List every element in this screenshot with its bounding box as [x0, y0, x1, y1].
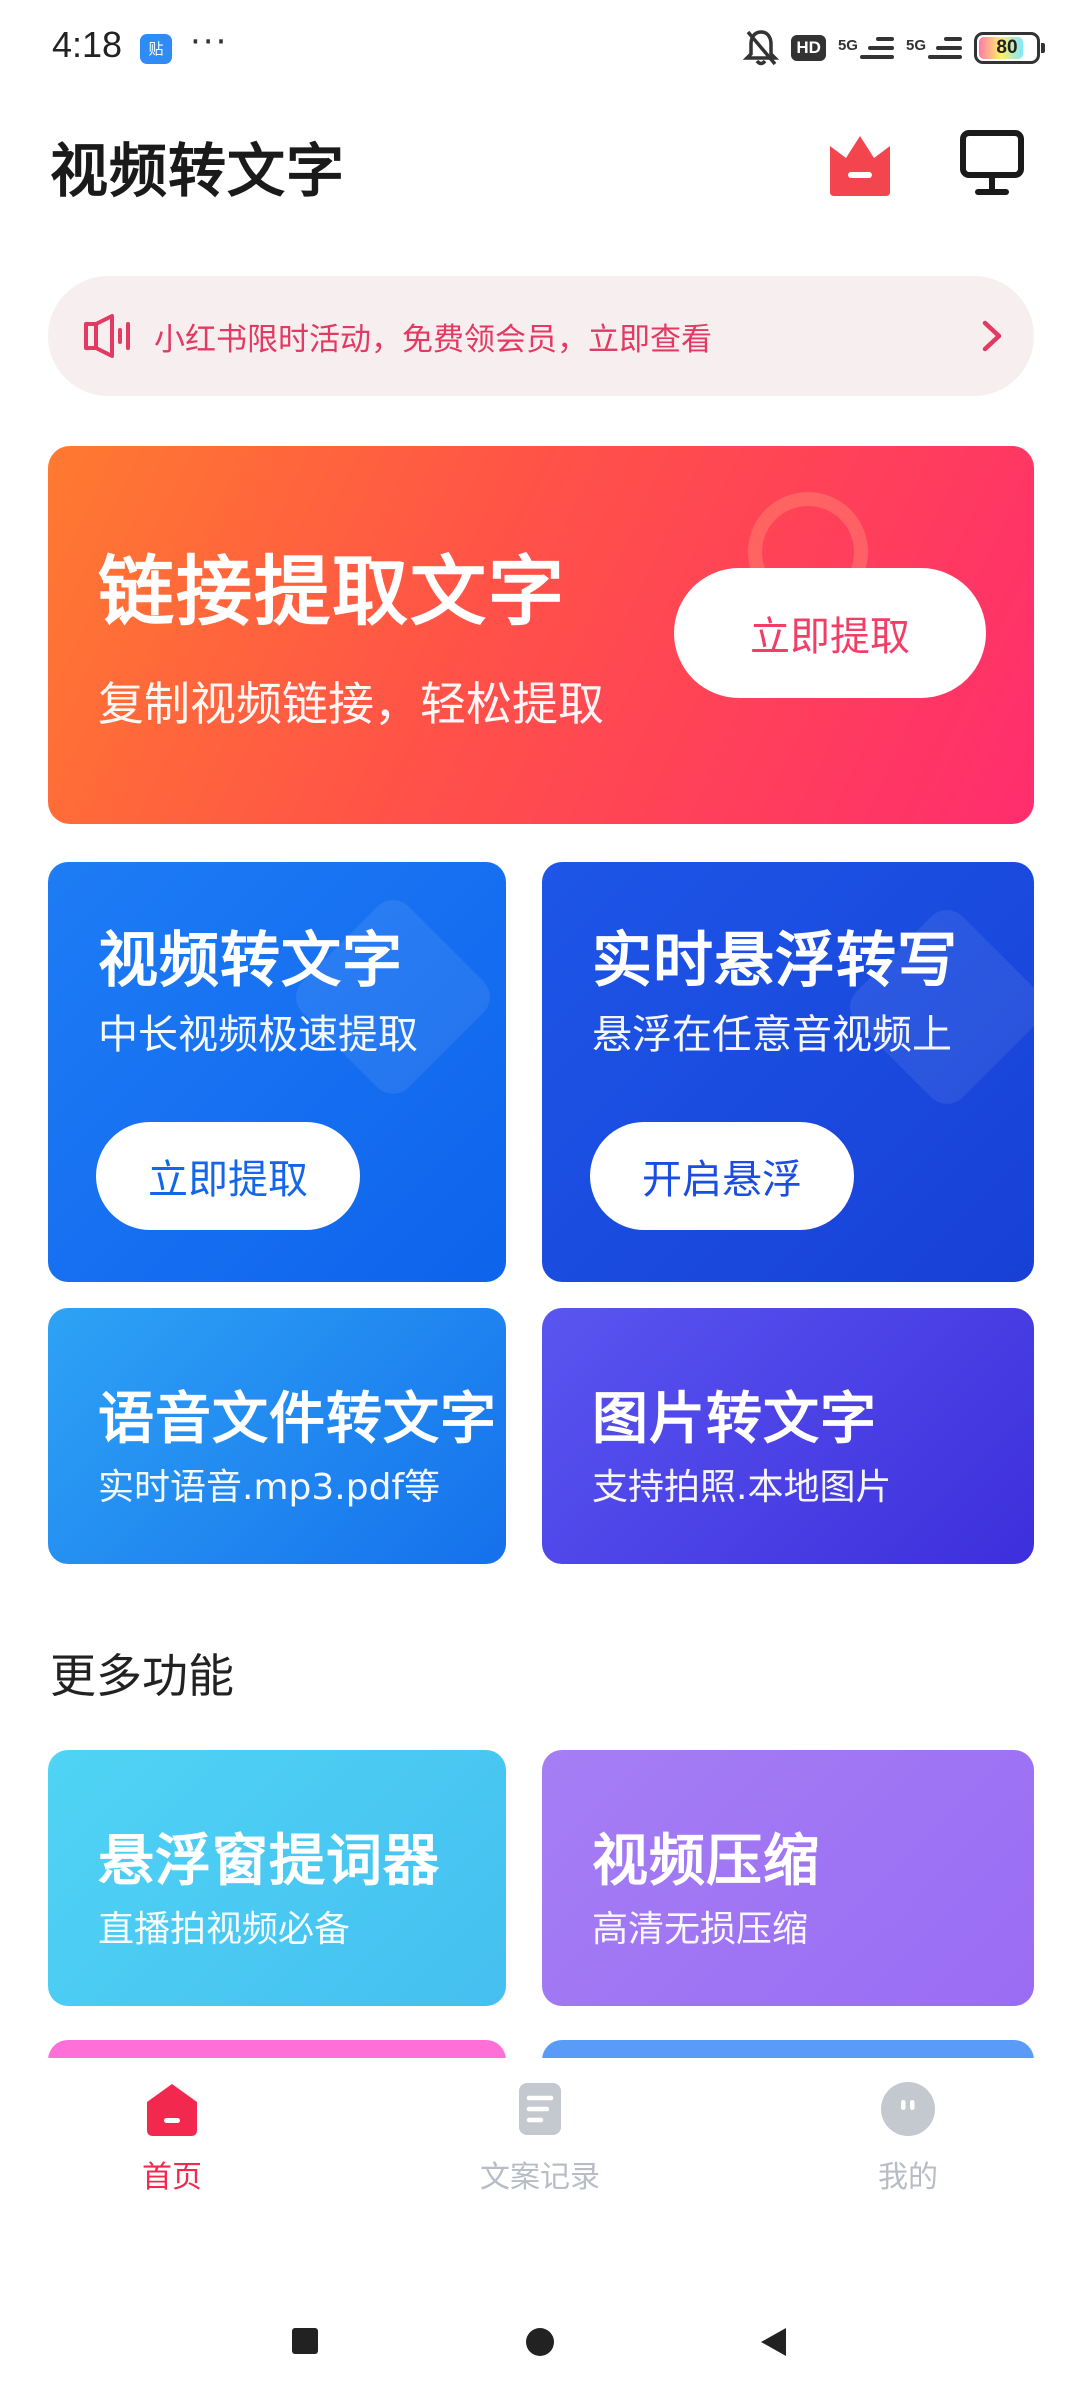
- nav-label: 文案记录: [480, 2160, 600, 2195]
- crown-icon[interactable]: [826, 132, 894, 196]
- status-time: 4:18: [52, 24, 123, 65]
- hero-subtitle: 复制视频链接，轻松提取: [98, 677, 604, 731]
- nav-item-mine[interactable]: 我的: [798, 2080, 1018, 2196]
- card-subtitle: 直播拍视频必备: [98, 1909, 351, 1950]
- promo-banner[interactable]: 小红书限时活动，免费领会员，立即查看: [48, 276, 1034, 396]
- home-icon: [147, 2084, 197, 2136]
- open-float-button[interactable]: 开启悬浮: [590, 1122, 854, 1230]
- card-title: 语音文件转文字: [98, 1387, 497, 1452]
- circle-icon[interactable]: [524, 2326, 556, 2358]
- video-extract-button[interactable]: 立即提取: [96, 1122, 360, 1230]
- realtime-float-card[interactable]: 实时悬浮转写 悬浮在任意音视频上 开启悬浮: [542, 862, 1034, 1282]
- card-subtitle: 中长视频极速提取: [98, 1012, 418, 1058]
- promo-text: 小红书限时活动，免费领会员，立即查看: [154, 321, 712, 358]
- teleprompter-card[interactable]: 悬浮窗提词器 直播拍视频必备: [48, 1750, 506, 2006]
- more-features-heading: 更多功能: [50, 1649, 234, 1703]
- system-navigation-bar: [0, 2290, 1080, 2400]
- document-icon: [519, 2083, 561, 2135]
- nav-item-records[interactable]: 文案记录: [430, 2080, 650, 2196]
- card-subtitle: 悬浮在任意音视频上: [592, 1012, 952, 1058]
- speaker-icon: [84, 314, 130, 358]
- more-notifications-icon: ···: [190, 22, 229, 62]
- signal-icon: 5G: [838, 37, 894, 59]
- link-extract-card[interactable]: 链接提取文字 复制视频链接，轻松提取 立即提取: [48, 446, 1034, 824]
- card-subtitle: 支持拍照.本地图片: [592, 1467, 892, 1508]
- card-title: 视频压缩: [592, 1829, 820, 1894]
- card-title: 视频转文字: [98, 926, 403, 996]
- nav-label: 我的: [878, 2160, 938, 2195]
- network-type: 5G: [837, 37, 858, 54]
- battery-icon: 80: [974, 32, 1045, 64]
- card-title: 图片转文字: [592, 1387, 877, 1452]
- status-bar: 4:18 贴 ··· HD 5G 5G 80: [0, 0, 1080, 96]
- video-to-text-card[interactable]: 视频转文字 中长视频极速提取 立即提取: [48, 862, 506, 1282]
- page-title: 视频转文字: [50, 137, 346, 205]
- monitor-icon[interactable]: [960, 130, 1024, 196]
- status-indicators: HD 5G 5G 80: [743, 26, 1045, 70]
- hd-indicator: HD: [791, 35, 826, 61]
- triangle-back-icon[interactable]: [758, 2326, 788, 2358]
- card-title: 悬浮窗提词器: [98, 1829, 440, 1894]
- signal-icon: 5G: [906, 37, 962, 59]
- card-subtitle: 高清无损压缩: [592, 1909, 809, 1950]
- link-extract-button[interactable]: 立即提取: [674, 568, 986, 698]
- card-title: 实时悬浮转写: [592, 926, 958, 996]
- square-icon[interactable]: [290, 2326, 320, 2356]
- video-compress-card[interactable]: 视频压缩 高清无损压缩: [542, 1750, 1034, 2006]
- network-type: 5G: [905, 37, 926, 54]
- chevron-right-icon: [982, 320, 1002, 352]
- bottom-navigation: 首页 文案记录 我的: [0, 2058, 1080, 2260]
- hero-title: 链接提取文字: [98, 547, 566, 636]
- card-subtitle: 实时语音.mp3.pdf等: [98, 1467, 441, 1508]
- audio-file-card[interactable]: 语音文件转文字 实时语音.mp3.pdf等: [48, 1308, 506, 1564]
- image-to-text-card[interactable]: 图片转文字 支持拍照.本地图片: [542, 1308, 1034, 1564]
- nav-label: 首页: [142, 2160, 202, 2195]
- bell-muted-icon: [743, 30, 780, 66]
- profile-icon: [881, 2082, 935, 2136]
- battery-level: 80: [996, 37, 1018, 58]
- nav-item-home[interactable]: 首页: [62, 2080, 282, 2196]
- notification-app-icon: 贴: [140, 34, 172, 64]
